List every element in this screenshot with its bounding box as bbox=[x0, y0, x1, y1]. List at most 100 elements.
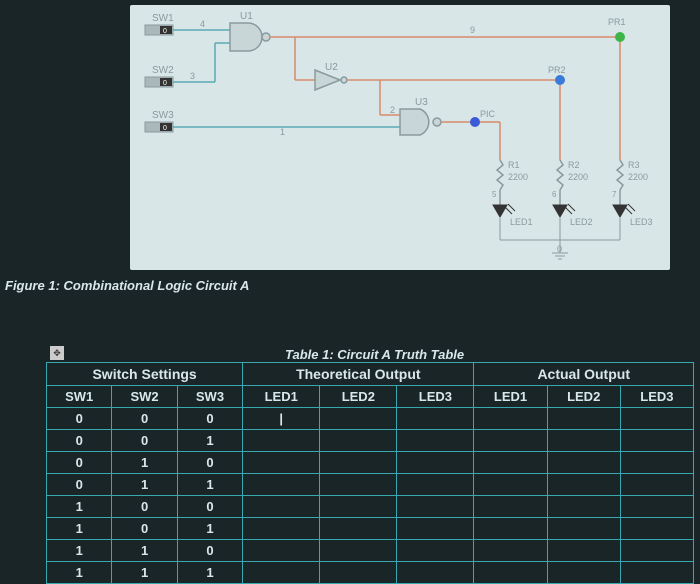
table-row: 010 bbox=[47, 452, 694, 474]
move-icon[interactable]: ✥ bbox=[50, 346, 64, 360]
table-cell: 0 bbox=[112, 518, 177, 540]
table-cell: 0 bbox=[112, 430, 177, 452]
table-cell: 0 bbox=[47, 430, 112, 452]
table-cell[interactable] bbox=[320, 474, 397, 496]
table-cell[interactable] bbox=[620, 562, 693, 584]
svg-text:R1: R1 bbox=[508, 160, 520, 170]
svg-text:R3: R3 bbox=[628, 160, 640, 170]
table-cell[interactable] bbox=[320, 408, 397, 430]
sw2-label: SW2 bbox=[152, 65, 174, 76]
table-cell[interactable] bbox=[474, 518, 547, 540]
table-cell[interactable] bbox=[474, 474, 547, 496]
table-cell[interactable] bbox=[397, 496, 474, 518]
table-cell[interactable] bbox=[620, 474, 693, 496]
gate-u1: U1 bbox=[230, 11, 270, 51]
table-cell: 1 bbox=[112, 452, 177, 474]
table-cell[interactable] bbox=[243, 540, 320, 562]
table-cell[interactable] bbox=[397, 562, 474, 584]
col-sw2: SW2 bbox=[112, 386, 177, 408]
table-cell[interactable] bbox=[243, 562, 320, 584]
table-row: 111 bbox=[47, 562, 694, 584]
table-row: 100 bbox=[47, 496, 694, 518]
svg-text:4: 4 bbox=[200, 19, 205, 29]
svg-text:0: 0 bbox=[163, 125, 167, 132]
table-cell: 0 bbox=[112, 496, 177, 518]
gate-u3: U3 bbox=[400, 97, 441, 135]
svg-text:5: 5 bbox=[492, 190, 497, 199]
led1: LED1 bbox=[493, 190, 533, 227]
table-cell[interactable] bbox=[397, 430, 474, 452]
svg-text:LED2: LED2 bbox=[570, 217, 593, 227]
table-cell[interactable] bbox=[547, 540, 620, 562]
table-title: Table 1: Circuit A Truth Table bbox=[285, 347, 464, 362]
svg-text:2200: 2200 bbox=[508, 172, 528, 182]
table-cell[interactable] bbox=[620, 518, 693, 540]
table-cell[interactable] bbox=[320, 540, 397, 562]
table-cell[interactable] bbox=[620, 496, 693, 518]
svg-text:R2: R2 bbox=[568, 160, 580, 170]
svg-text:2200: 2200 bbox=[568, 172, 588, 182]
resistor-r3: R3 2200 7 bbox=[612, 160, 648, 199]
table-cell: 0 bbox=[47, 452, 112, 474]
table-cell[interactable] bbox=[547, 408, 620, 430]
table-cell: 1 bbox=[177, 430, 242, 452]
table-cell: 1 bbox=[47, 496, 112, 518]
table-cell: 1 bbox=[112, 540, 177, 562]
table-cell: 1 bbox=[47, 518, 112, 540]
table-cell[interactable] bbox=[320, 518, 397, 540]
svg-text:3: 3 bbox=[190, 71, 195, 81]
table-cell[interactable] bbox=[243, 496, 320, 518]
table-cell[interactable] bbox=[243, 430, 320, 452]
table-cell[interactable] bbox=[320, 452, 397, 474]
col-a-led3: LED3 bbox=[620, 386, 693, 408]
table-cell[interactable] bbox=[320, 430, 397, 452]
circuit-diagram: SW1 0 SW2 0 SW3 0 4 3 1 U1 bbox=[130, 5, 670, 270]
table-cell[interactable] bbox=[474, 562, 547, 584]
table-cell[interactable] bbox=[474, 408, 547, 430]
svg-text:9: 9 bbox=[470, 25, 475, 35]
table-cell[interactable] bbox=[474, 452, 547, 474]
table-cell[interactable] bbox=[547, 452, 620, 474]
table-cell: 0 bbox=[47, 474, 112, 496]
table-cell[interactable] bbox=[397, 408, 474, 430]
table-cell: 0 bbox=[177, 496, 242, 518]
probe-pic bbox=[470, 117, 480, 127]
table-cell[interactable] bbox=[474, 496, 547, 518]
table-cell[interactable] bbox=[320, 496, 397, 518]
table-cell[interactable] bbox=[243, 452, 320, 474]
table-cell: 1 bbox=[47, 540, 112, 562]
table-cell[interactable] bbox=[620, 452, 693, 474]
resistor-r1: R1 2200 5 bbox=[492, 160, 528, 199]
probe-pr2 bbox=[555, 75, 565, 85]
table-cell[interactable] bbox=[620, 430, 693, 452]
table-row: 101 bbox=[47, 518, 694, 540]
table-cell[interactable] bbox=[474, 540, 547, 562]
table-cell[interactable] bbox=[547, 496, 620, 518]
table-cell[interactable] bbox=[397, 474, 474, 496]
svg-text:2200: 2200 bbox=[628, 172, 648, 182]
probe-pr1 bbox=[615, 32, 625, 42]
table-cell[interactable] bbox=[547, 430, 620, 452]
table-cell[interactable] bbox=[474, 430, 547, 452]
table-cell[interactable] bbox=[547, 562, 620, 584]
svg-text:0: 0 bbox=[163, 28, 167, 35]
table-cell: 1 bbox=[177, 518, 242, 540]
table-cell[interactable] bbox=[243, 474, 320, 496]
table-cell[interactable]: | bbox=[243, 408, 320, 430]
truth-table: Switch Settings Theoretical Output Actua… bbox=[46, 362, 694, 584]
table-cell[interactable] bbox=[243, 518, 320, 540]
col-sw1: SW1 bbox=[47, 386, 112, 408]
table-cell[interactable] bbox=[620, 408, 693, 430]
table-cell[interactable] bbox=[397, 540, 474, 562]
table-cell[interactable] bbox=[547, 518, 620, 540]
table-cell[interactable] bbox=[320, 562, 397, 584]
col-a-led1: LED1 bbox=[474, 386, 547, 408]
table-row: 110 bbox=[47, 540, 694, 562]
table-cell[interactable] bbox=[620, 540, 693, 562]
table-cell[interactable] bbox=[397, 518, 474, 540]
table-cell[interactable] bbox=[397, 452, 474, 474]
svg-text:PR1: PR1 bbox=[608, 17, 626, 27]
table-cell[interactable] bbox=[547, 474, 620, 496]
gate-u2: U2 bbox=[315, 62, 347, 90]
group-switch: Switch Settings bbox=[47, 363, 243, 386]
